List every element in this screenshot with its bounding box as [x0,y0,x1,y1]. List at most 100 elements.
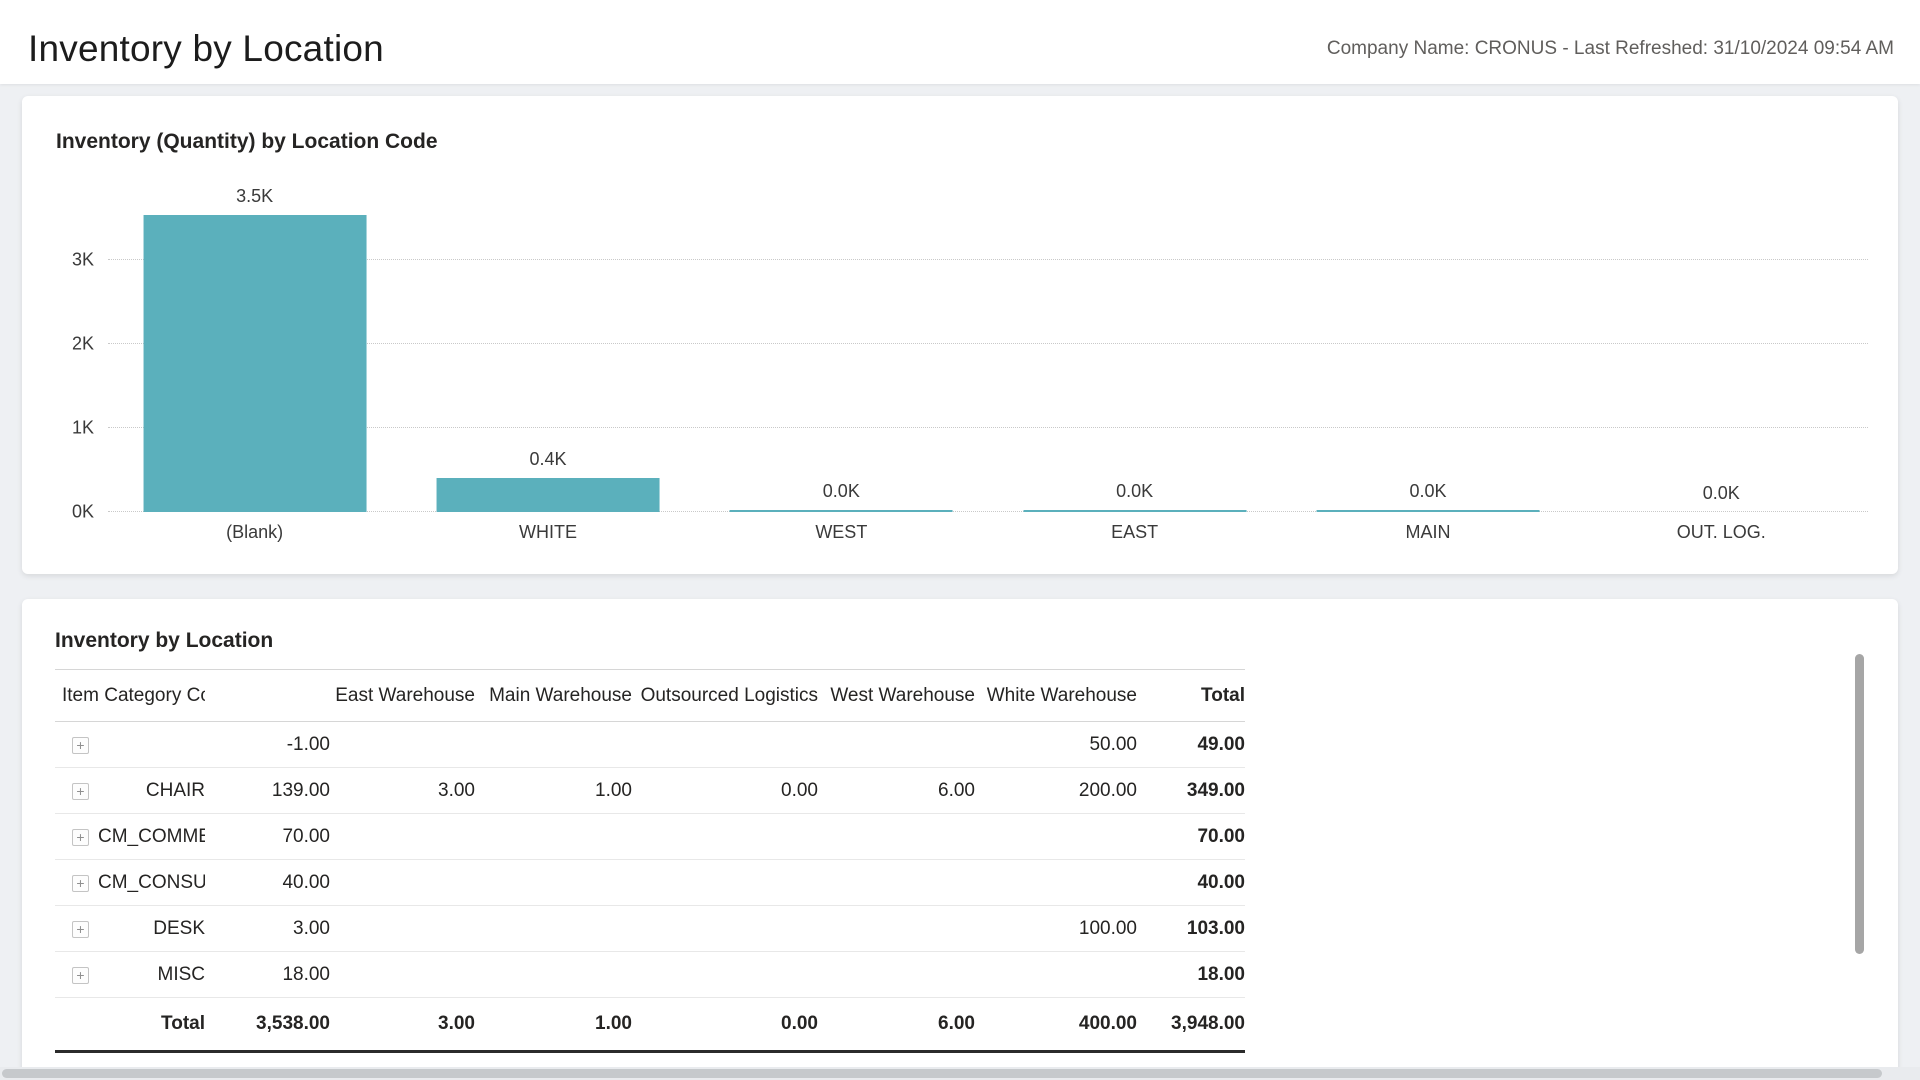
value-cell: 6.00 [938,779,975,801]
value-cell: 3.00 [438,779,475,801]
value-cell: 40.00 [282,871,330,893]
inventory-matrix-table: Item Category Code East WarehouseMain War… [55,669,1245,1053]
item-category-cell: MISC [157,963,206,985]
value-cell [975,860,1137,906]
item-category-cell: CM_COMMER [98,825,205,847]
column-header-main-warehouse[interactable]: Main Warehouse [475,670,632,722]
value-cell [818,906,975,952]
item-category-cell: CM_CONSUM [98,871,205,893]
x-category-label: OUT. LOG. [1676,522,1766,542]
chart-plot-area: 3.5K 0.4K 0.0K 0.0K 0.0K 0.0K [108,176,1868,512]
column-header-blank[interactable] [205,670,330,722]
item-category-cell: DESK [153,917,205,939]
bar-MAIN[interactable] [1316,509,1540,512]
page-title: Inventory by Location [28,28,384,69]
value-cell [632,722,818,768]
value-cell: 18.00 [282,963,330,985]
value-cell [975,952,1137,998]
column-header-item-category-code[interactable]: Item Category Code [55,670,205,722]
chart-y-axis: 0K 1K 2K 3K [56,176,108,522]
value-cell: 70.00 [282,825,330,847]
value-cell: 139.00 [271,779,330,801]
value-cell [632,952,818,998]
x-category-label: WHITE [518,522,577,542]
grand-total-value-cell: 1.00 [595,1013,632,1034]
table-row: + MISC 18.00 18.00 [55,952,1245,998]
table-row: + CM_CONSUM 40.00 40.00 [55,860,1245,906]
chart-card: Inventory (Quantity) by Location Code 0K… [22,96,1898,574]
bar-value-label: 0.0K [822,480,860,501]
expand-cell: + [55,722,89,768]
horizontal-scrollbar-track[interactable] [0,1067,1920,1080]
value-cell [475,814,632,860]
bar-value-label: 0.4K [529,449,567,470]
column-header-total[interactable]: Total [1137,670,1245,722]
bar-WHITE[interactable] [436,478,660,512]
expand-plus-button[interactable]: + [72,966,89,984]
grand-total-value-cell: 400.00 [1078,1013,1137,1034]
item-category-cell [89,722,205,768]
expand-cell: + [55,952,89,998]
value-cell [330,722,475,768]
bar-value-label: 0.0K [1116,480,1154,501]
expand-plus-button[interactable]: + [72,920,89,938]
expand-cell: + [55,768,89,814]
horizontal-scrollbar-thumb[interactable] [2,1069,1882,1078]
row-total-cell: 70.00 [1197,825,1245,847]
item-category-cell: CHAIR [145,779,205,801]
value-cell [975,814,1137,860]
app-header: Inventory by Location Company Name: CRON… [0,0,1920,84]
x-category-label: WEST [815,522,868,542]
grand-total-cell: 3,948.00 [1171,1013,1245,1034]
y-axis-tick-label: 2K [71,333,94,354]
value-cell: 0.00 [781,779,818,801]
company-refresh-meta: Company Name: CRONUS - Last Refreshed: 3… [1326,38,1894,59]
chart-title: Inventory (Quantity) by Location Code [56,130,438,153]
grand-total-value-cell: 3,538.00 [256,1013,330,1034]
bar-slot: 0.0K [695,176,988,512]
value-cell [818,952,975,998]
column-header-west-warehouse[interactable]: West Warehouse [818,670,975,722]
value-cell [475,906,632,952]
expand-plus-button[interactable]: + [72,782,89,800]
value-cell [330,952,475,998]
bar-EAST[interactable] [1023,509,1247,512]
bar-slot: 0.0K [1575,176,1868,512]
value-cell [475,952,632,998]
table-card: Inventory by Location Item Category Code… [22,599,1898,1077]
table-header-row: Item Category Code East WarehouseMain War… [55,670,1245,722]
bar-value-label: 0.0K [1702,483,1740,503]
value-cell [632,814,818,860]
column-header-outsourced-logistics[interactable]: Outsourced Logistics [632,670,818,722]
expand-plus-button[interactable]: + [72,736,89,754]
grand-total-value-cell: 3.00 [438,1013,475,1034]
expand-cell: + [55,906,89,952]
row-total-cell: 40.00 [1197,871,1245,893]
value-cell: 200.00 [1078,779,1137,801]
value-cell [632,906,818,952]
bar-chart: 0K 1K 2K 3K 3.5K 0.4K 0.0K 0.0K 0.0K 0.0K (Blank… [22,154,1898,543]
table-title: Inventory by Location [55,629,274,652]
bar-value-label: 0.0K [1409,480,1447,501]
bar-WEST[interactable] [729,509,953,512]
expand-cell: + [55,860,89,906]
table-row: + DESK 3.00 100.00 103.00 [55,906,1245,952]
value-cell [330,814,475,860]
vertical-scrollbar-thumb[interactable] [1855,654,1864,954]
expand-plus-button[interactable]: + [72,874,89,892]
value-cell [475,722,632,768]
column-header-east-warehouse[interactable]: East Warehouse [330,670,475,722]
row-total-cell: 49.00 [1197,733,1245,755]
expand-plus-button[interactable]: + [72,828,89,846]
row-total-cell: 349.00 [1186,779,1245,801]
row-total-cell: 18.00 [1197,963,1245,985]
grand-total-value-cell: 0.00 [781,1013,818,1034]
value-cell: 50.00 [1089,733,1137,755]
expand-cell: + [55,814,89,860]
bar-slot: 0.0K [1281,176,1574,512]
column-header-white-warehouse[interactable]: White Warehouse [975,670,1137,722]
value-cell: 3.00 [293,917,330,939]
row-total-cell: 103.00 [1186,917,1245,939]
bar-(Blank)[interactable] [143,214,367,512]
value-cell [818,860,975,906]
